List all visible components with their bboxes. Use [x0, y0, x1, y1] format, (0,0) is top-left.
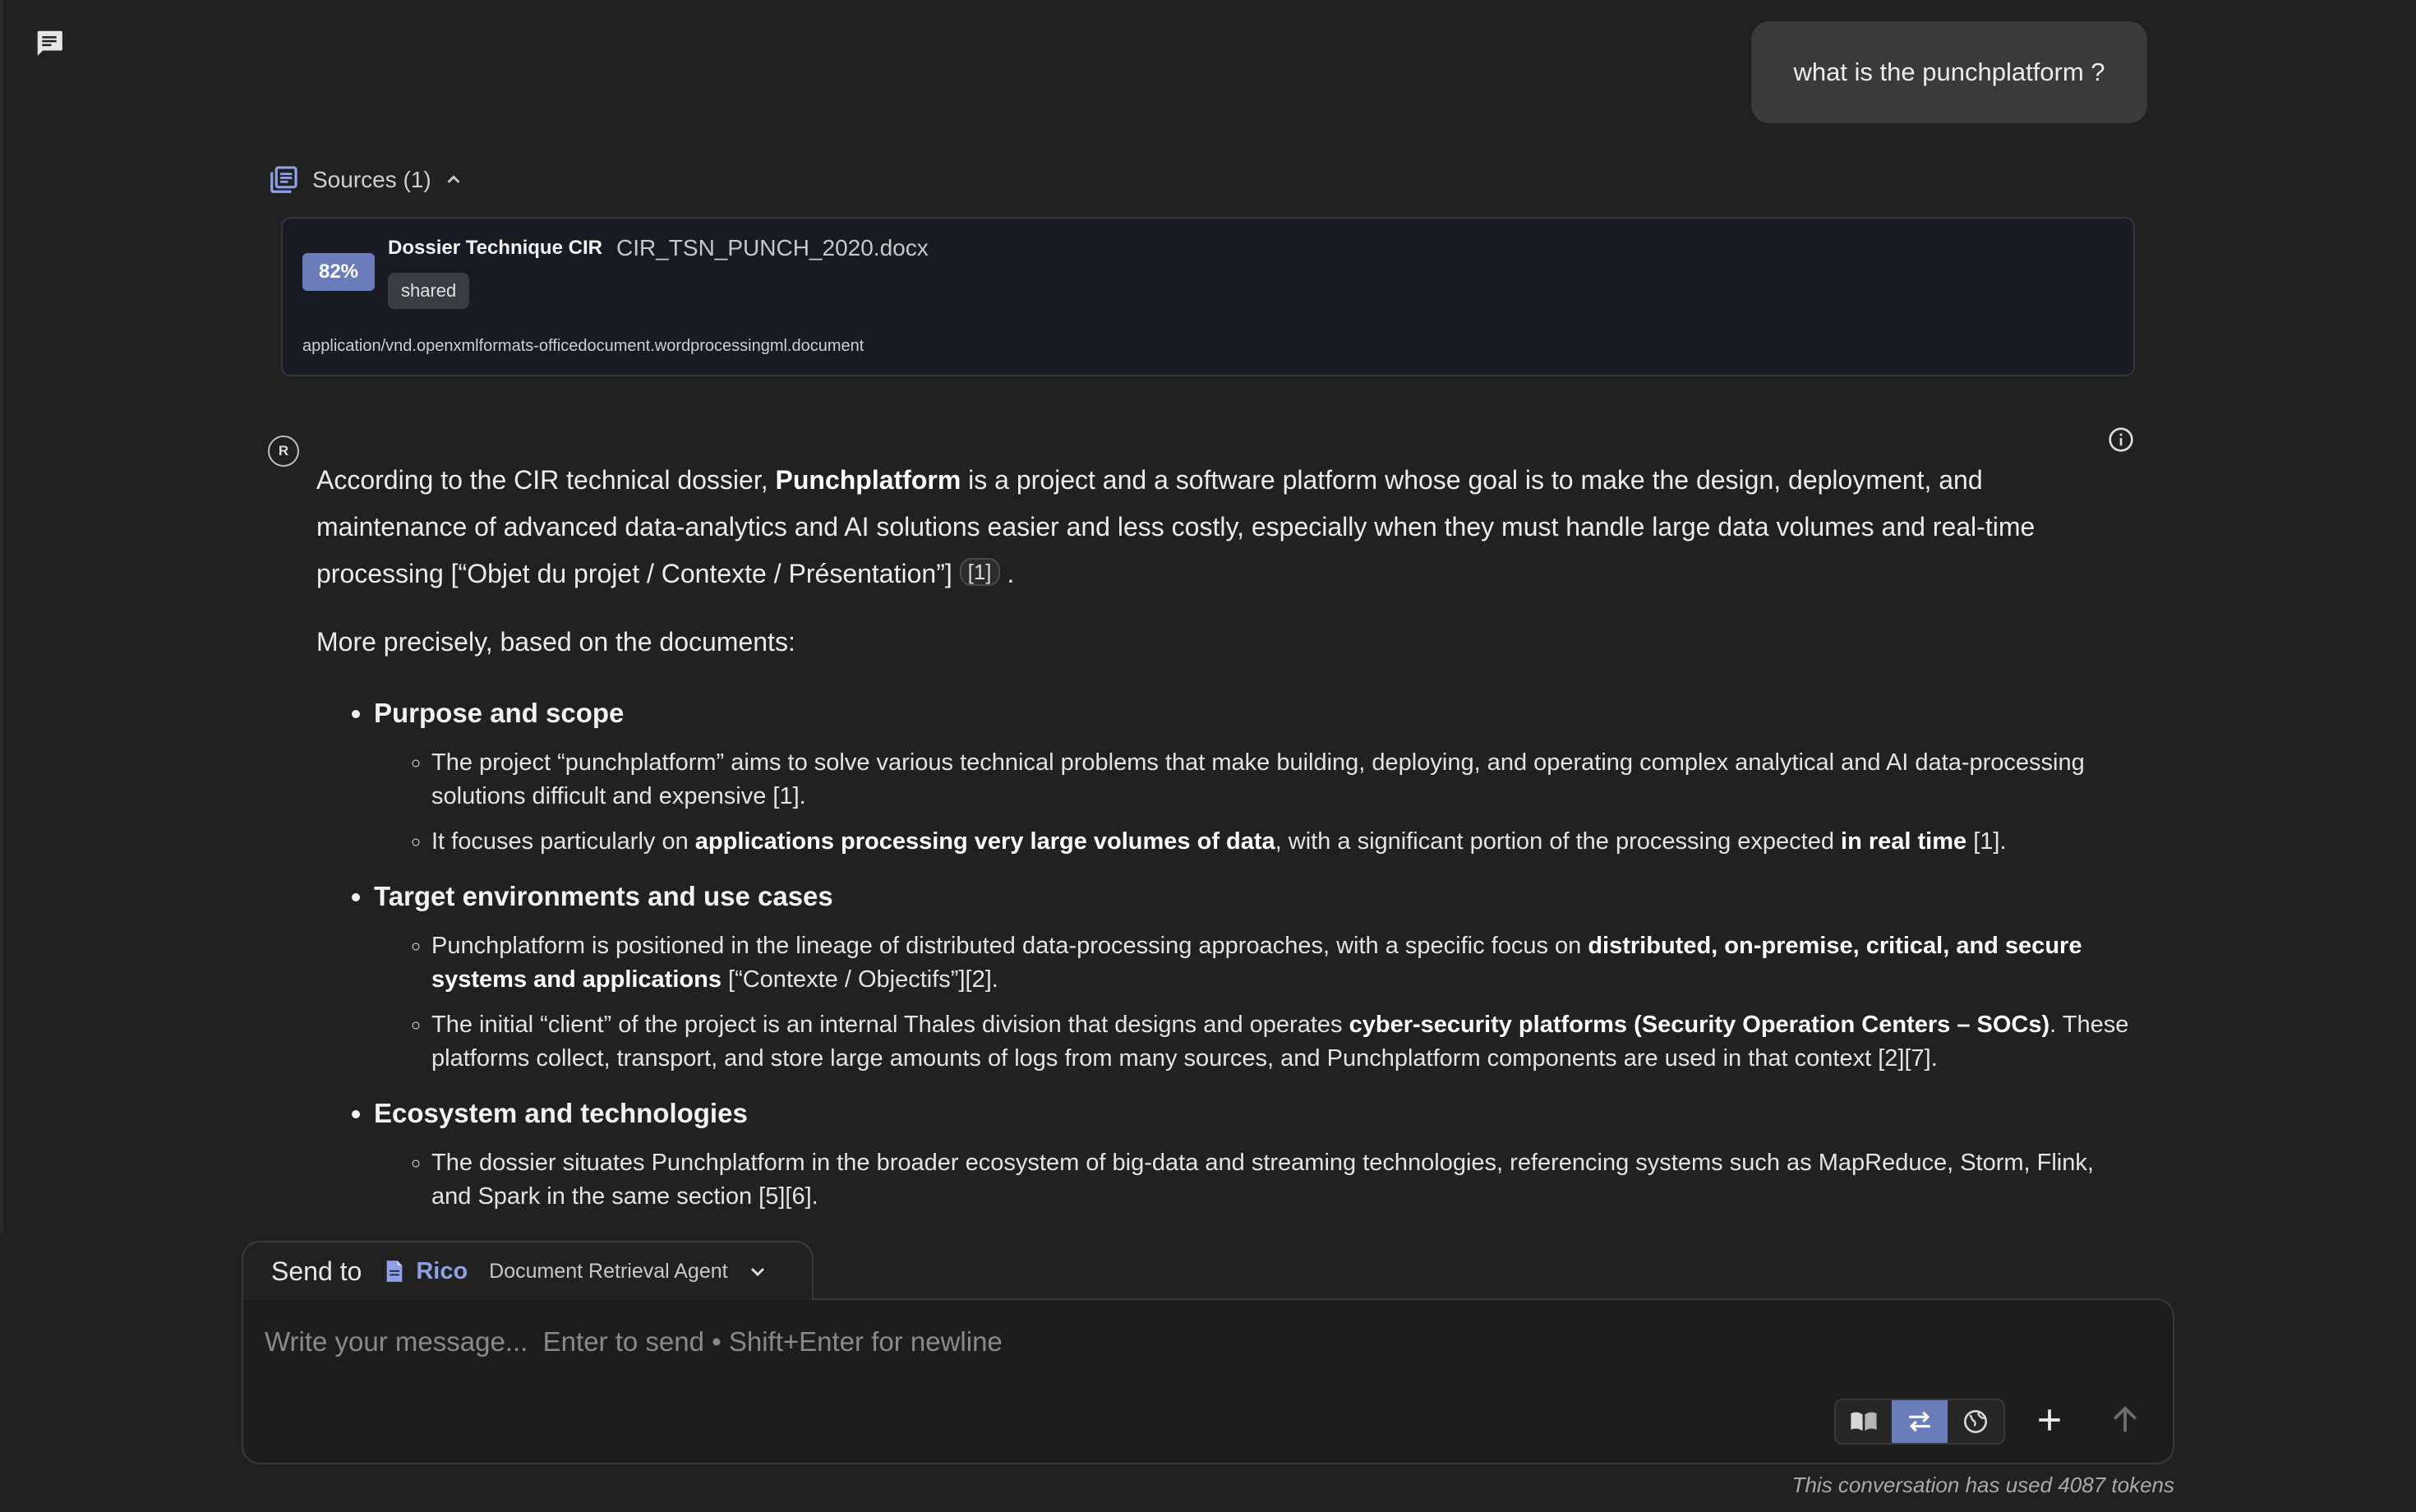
- document-mime-type: application/vnd.openxmlformats-officedoc…: [302, 337, 865, 355]
- agent-dropdown-toggle[interactable]: [748, 1261, 768, 1281]
- document-title: Dossier Technique CIR: [388, 237, 602, 259]
- message-info-button[interactable]: [2107, 426, 2135, 454]
- bullet-text: [“Contexte / Objectifs”][2].: [721, 966, 998, 993]
- bullet-item: The project “punchplatform” aims to solv…: [431, 746, 2137, 814]
- answer-bold-text: Punchplatform: [775, 465, 961, 495]
- bullet-item: Punchplatform is positioned in the linea…: [431, 929, 2137, 997]
- answer-section-list: Purpose and scope The project “punchplat…: [316, 687, 2137, 1214]
- library-books-icon: [270, 166, 297, 193]
- relevance-score-badge: 82%: [302, 253, 375, 291]
- citation-chip[interactable]: [1]: [959, 558, 1000, 586]
- section-bullets: The dossier situates Punchplatform in th…: [374, 1146, 2137, 1214]
- user-message-bubble: what is the punchplatform ?: [1751, 21, 2147, 123]
- chevron-down-icon: [750, 1267, 764, 1277]
- bullet-text: , with a significant portion of the proc…: [1275, 828, 1842, 855]
- bullet-bold-text: cyber-security platforms (Security Opera…: [1349, 1012, 2050, 1038]
- answer-paragraph: According to the CIR technical dossier, …: [316, 457, 2137, 597]
- section-bullets: Punchplatform is positioned in the linea…: [374, 929, 2137, 1076]
- arrow-up-icon: [2113, 1406, 2137, 1432]
- agent-name[interactable]: Rico: [416, 1258, 468, 1285]
- section-heading: Target environments and use cases: [374, 881, 833, 911]
- assistant-answer: According to the CIR technical dossier, …: [316, 457, 2137, 1225]
- document-filename[interactable]: CIR_TSN_PUNCH_2020.docx: [616, 235, 929, 261]
- section-heading: Purpose and scope: [374, 698, 625, 728]
- bullet-text: [1].: [1966, 828, 2007, 855]
- bullet-item: The initial “client” of the project is a…: [431, 1008, 2137, 1076]
- chevron-up-icon: [447, 175, 460, 183]
- bullet-item: The dossier situates Punchplatform in th…: [431, 1146, 2137, 1214]
- bullet-bold-text: in real time: [1841, 828, 1967, 855]
- message-composer: [242, 1298, 2174, 1464]
- library-mode-button[interactable]: [1836, 1400, 1892, 1443]
- sources-label: Sources (1): [312, 167, 431, 192]
- bullet-text: Punchplatform is positioned in the linea…: [431, 933, 1588, 959]
- mode-toggle-group: [1834, 1399, 2005, 1445]
- bullet-text: The project “punchplatform” aims to solv…: [431, 749, 2085, 809]
- bullet-text: The dossier situates Punchplatform in th…: [431, 1150, 2094, 1210]
- section-bullets: The project “punchplatform” aims to solv…: [374, 746, 2137, 859]
- answer-paragraph: More precisely, based on the documents:: [316, 627, 795, 657]
- send-to-label: Send to: [271, 1256, 362, 1286]
- answer-text: .: [1007, 559, 1015, 588]
- user-message-text: what is the punchplatform ?: [1793, 58, 2105, 86]
- agent-role: Document Retrieval Agent: [489, 1259, 728, 1283]
- token-usage-note: This conversation has used 4087 tokens: [1791, 1473, 2174, 1497]
- bullet-bold-text: applications processing very large volum…: [694, 828, 1275, 855]
- bullet-text: The initial “client” of the project is a…: [431, 1012, 1349, 1038]
- section-item: Ecosystem and technologies The dossier s…: [374, 1087, 2137, 1214]
- source-card[interactable]: 82% Dossier Technique CIR CIR_TSN_PUNCH_…: [281, 217, 2135, 376]
- answer-text: According to the CIR technical dossier,: [316, 465, 776, 495]
- open-book-icon: [1851, 1412, 1877, 1431]
- message-input[interactable]: [263, 1318, 2074, 1366]
- document-icon: [386, 1261, 403, 1282]
- swap-mode-button[interactable]: [1892, 1400, 1948, 1443]
- info-icon: [2109, 427, 2133, 452]
- agent-avatar: R: [268, 436, 299, 467]
- bullet-text: It focuses particularly on: [431, 828, 695, 855]
- shared-tag: shared: [388, 273, 470, 309]
- sources-toggle[interactable]: Sources (1): [268, 161, 463, 199]
- section-heading: Ecosystem and technologies: [374, 1098, 748, 1128]
- send-to-selector[interactable]: Send to Rico Document Retrieval Agent: [242, 1241, 814, 1300]
- plus-icon: [2039, 1409, 2060, 1431]
- swap-arrows-icon: [1909, 1411, 1930, 1432]
- section-item: Purpose and scope The project “punchplat…: [374, 687, 2137, 859]
- bullet-item: It focuses particularly on applications …: [431, 825, 2137, 859]
- send-button[interactable]: [2102, 1397, 2148, 1443]
- chat-history-button[interactable]: [30, 23, 69, 62]
- attach-button[interactable]: [2026, 1397, 2073, 1443]
- web-search-button[interactable]: [1948, 1400, 2003, 1443]
- chat-bubble-icon: [37, 30, 62, 56]
- globe-icon: [1964, 1410, 1987, 1433]
- section-item: Target environments and use cases Punchp…: [374, 870, 2137, 1076]
